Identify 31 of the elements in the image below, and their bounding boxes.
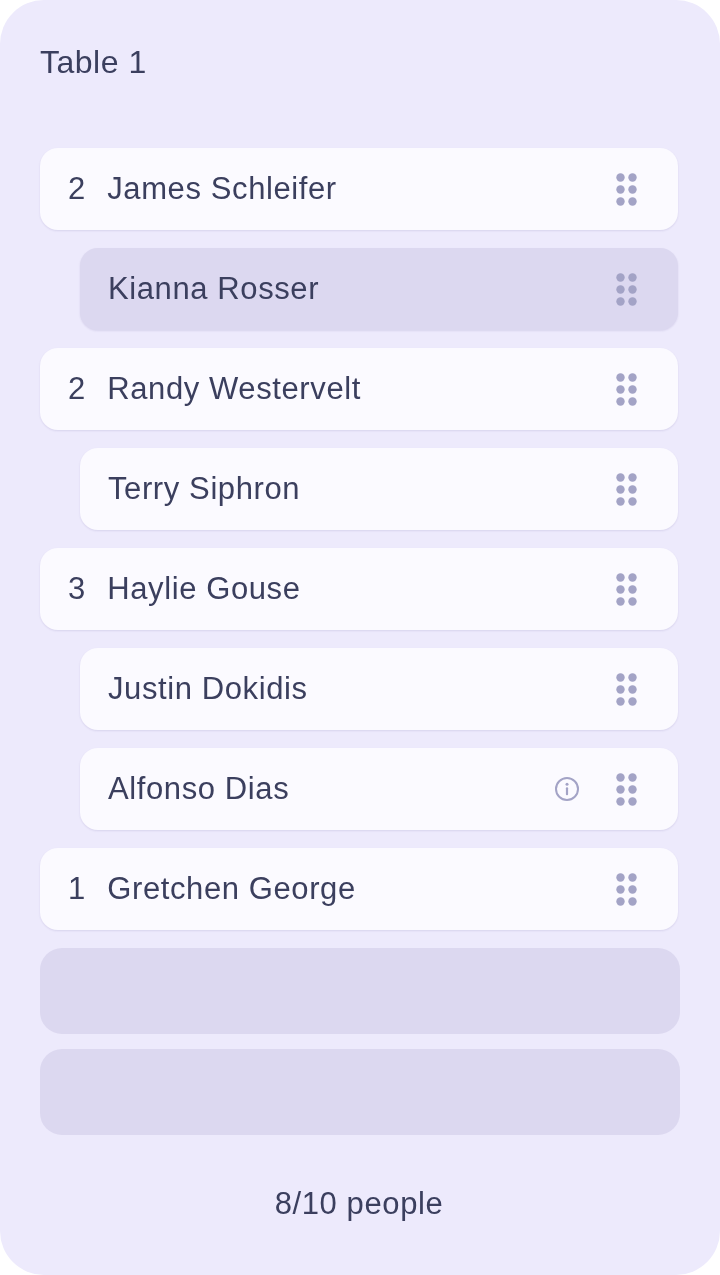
party-size: 3 bbox=[68, 571, 86, 607]
people-count: 8/10 people bbox=[274, 1186, 444, 1222]
drag-handle-icon[interactable] bbox=[616, 772, 637, 806]
drag-handle-icon[interactable] bbox=[616, 272, 637, 306]
guest-row[interactable]: Justin Dokidis bbox=[80, 648, 678, 730]
guest-name: Gretchen George bbox=[107, 871, 356, 907]
party-size: 2 bbox=[68, 171, 86, 207]
drag-handle-icon[interactable] bbox=[616, 372, 637, 406]
guest-row[interactable]: Alfonso Dias bbox=[80, 748, 678, 830]
guest-row[interactable]: Kianna Rosser bbox=[80, 248, 678, 330]
drag-handle-icon[interactable] bbox=[616, 172, 637, 206]
guest-name: Justin Dokidis bbox=[108, 671, 308, 707]
guest-name: Kianna Rosser bbox=[108, 271, 320, 307]
guest-name: James Schleifer bbox=[107, 171, 337, 207]
drag-handle-icon[interactable] bbox=[616, 672, 637, 706]
guest-name: Alfonso Dias bbox=[108, 771, 290, 807]
drag-handle-icon[interactable] bbox=[616, 472, 637, 506]
info-icon[interactable] bbox=[555, 777, 579, 801]
party-row[interactable]: 3 Haylie Gouse bbox=[40, 548, 678, 630]
party-row[interactable]: 2 Randy Westervelt bbox=[40, 348, 678, 430]
guest-name: Terry Siphron bbox=[108, 471, 301, 507]
drag-handle-icon[interactable] bbox=[616, 572, 637, 606]
guest-name: Randy Westervelt bbox=[107, 371, 361, 407]
party-size: 2 bbox=[68, 371, 86, 407]
party-size: 1 bbox=[68, 871, 86, 907]
party-row[interactable]: 1 Gretchen George bbox=[40, 848, 678, 930]
table-title: Table 1 bbox=[40, 44, 147, 80]
party-row[interactable]: 2 James Schleifer bbox=[40, 148, 678, 230]
guest-name: Haylie Gouse bbox=[107, 571, 301, 607]
drag-handle-icon[interactable] bbox=[616, 872, 637, 906]
guest-row[interactable]: Terry Siphron bbox=[80, 448, 678, 530]
